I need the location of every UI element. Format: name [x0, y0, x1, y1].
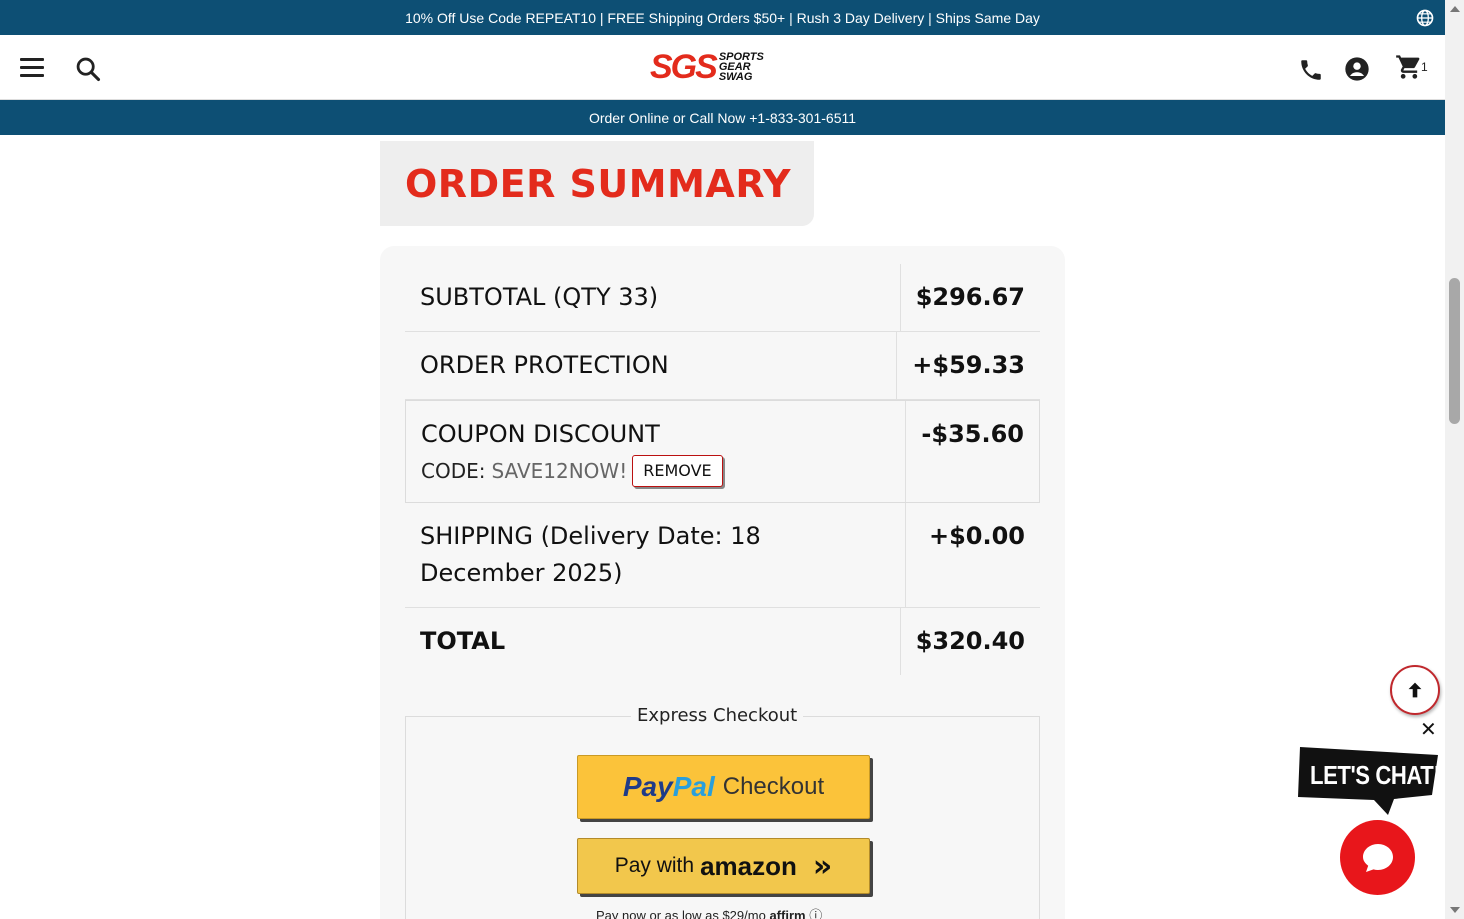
logo-mark: SGS	[650, 48, 718, 86]
amazon-pay-label: Pay with	[614, 854, 695, 877]
amazon-logo: amazon	[700, 850, 797, 881]
affirm-promo[interactable]: Pay now or as low as $29/mo affirm ⓘ	[596, 905, 822, 919]
cart-count: 1	[1421, 60, 1428, 74]
arrow-up-icon	[1408, 682, 1422, 698]
affirm-text: Pay now or as low as $29/mo	[596, 908, 766, 919]
subtotal-label: SUBTOTAL (QTY 33)	[405, 264, 901, 331]
paypal-checkout-label: Checkout	[722, 773, 825, 800]
call-bar: Order Online or Call Now +1-833-301-6511	[0, 100, 1445, 135]
scroll-up-icon[interactable]	[1450, 6, 1460, 12]
coupon-code-label: CODE:	[421, 459, 486, 483]
back-to-top-button[interactable]	[1390, 665, 1440, 715]
express-checkout-title: Express Checkout	[631, 705, 804, 726]
scroll-thumb[interactable]	[1449, 278, 1460, 424]
page-scrollbar[interactable]	[1445, 0, 1464, 919]
site-header: SGS SPORTS GEAR SWAG 1	[0, 35, 1445, 100]
coupon-code: SAVE12NOW!	[491, 459, 628, 483]
paypal-pay: Pay	[622, 771, 673, 802]
affirm-logo: affirm	[769, 908, 806, 919]
shipping-row: SHIPPING (Delivery Date: 18 December 202…	[405, 503, 1040, 608]
chat-icon	[1362, 843, 1393, 872]
express-checkout: Express Checkout Pay Pal Checkout Pay wit…	[405, 705, 1040, 919]
search-icon[interactable]	[74, 55, 102, 83]
paypal-checkout-button[interactable]: Pay Pal Checkout	[577, 755, 870, 819]
total-value: $320.40	[915, 627, 1025, 655]
site-logo[interactable]: SGS SPORTS GEAR SWAG	[650, 47, 764, 87]
coupon-code-line: CODE: SAVE12NOW! REMOVE	[421, 455, 890, 487]
order-summary-heading: ORDER SUMMARY	[380, 141, 814, 226]
account-icon[interactable]	[1343, 55, 1371, 83]
double-chevron-icon: »	[812, 848, 833, 884]
remove-coupon-button[interactable]: REMOVE	[632, 455, 723, 487]
chat-button[interactable]	[1340, 820, 1415, 895]
coupon-value: -$35.60	[921, 420, 1024, 448]
amazon-pay-button[interactable]: Pay with amazon »	[577, 838, 870, 894]
paypal-pal: Pal	[672, 771, 715, 802]
total-row: TOTAL $320.40	[405, 608, 1040, 675]
coupon-cell: COUPON DISCOUNT CODE: SAVE12NOW! REMOVE	[406, 401, 907, 502]
total-label: TOTAL	[405, 608, 901, 675]
subtotal-row: SUBTOTAL (QTY 33) $296.67	[405, 264, 1040, 332]
chat-label[interactable]: LET'S CHAT!	[1310, 760, 1441, 791]
coupon-row: COUPON DISCOUNT CODE: SAVE12NOW! REMOVE …	[405, 400, 1040, 503]
close-icon[interactable]: ✕	[1420, 719, 1438, 739]
info-icon[interactable]: ⓘ	[809, 908, 822, 919]
shipping-value: +$0.00	[928, 522, 1025, 550]
phone-icon[interactable]	[1298, 57, 1324, 83]
order-protection-row: ORDER PROTECTION +$59.33	[405, 332, 1040, 400]
promo-text: 10% Off Use Code REPEAT10 | FREE Shippin…	[405, 9, 1040, 26]
cart-icon[interactable]	[1395, 53, 1423, 81]
globe-icon[interactable]	[1415, 8, 1435, 28]
order-protection-value: +$59.33	[912, 351, 1025, 379]
page-title: ORDER SUMMARY	[405, 161, 792, 206]
summary-table: SUBTOTAL (QTY 33) $296.67 ORDER PROTECTI…	[405, 264, 1040, 675]
subtotal-value: $296.67	[915, 283, 1025, 311]
call-text[interactable]: Order Online or Call Now +1-833-301-6511	[589, 110, 856, 126]
coupon-label: COUPON DISCOUNT	[421, 420, 660, 448]
promo-bar: 10% Off Use Code REPEAT10 | FREE Shippin…	[0, 0, 1445, 35]
scroll-down-icon[interactable]	[1450, 907, 1460, 913]
shipping-label: SHIPPING (Delivery Date: 18 December 202…	[405, 503, 906, 607]
order-protection-label: ORDER PROTECTION	[405, 332, 898, 399]
menu-icon[interactable]	[20, 58, 46, 78]
logo-words: SPORTS GEAR SWAG	[718, 51, 764, 83]
